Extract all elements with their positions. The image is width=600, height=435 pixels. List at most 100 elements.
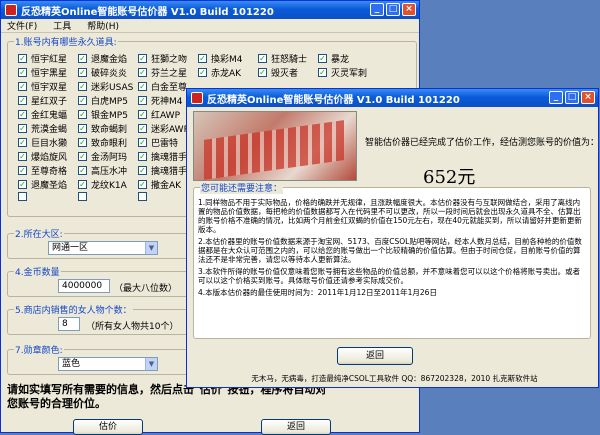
- money-image: [193, 111, 357, 181]
- checkbox-box[interactable]: ✓: [318, 68, 327, 77]
- checkbox-box[interactable]: ✓: [138, 110, 147, 119]
- menu-tools[interactable]: 工具: [53, 19, 71, 32]
- item-checkbox[interactable]: ✓ 银金MP5: [78, 108, 128, 121]
- checkbox-box[interactable]: ✓: [78, 96, 87, 105]
- checkbox-box[interactable]: ✓: [138, 124, 147, 133]
- checkbox-box[interactable]: ✓: [78, 180, 87, 189]
- item-checkbox[interactable]: ✓ 暴龙: [318, 52, 349, 65]
- checkbox-box[interactable]: ✓: [78, 152, 87, 161]
- checkbox-box[interactable]: ✓: [18, 68, 27, 77]
- checkbox-box[interactable]: ✓: [18, 54, 27, 63]
- chevron-down-icon[interactable]: ▼: [145, 358, 157, 370]
- medal-select[interactable]: 蓝色 ▼: [58, 357, 158, 371]
- close-icon[interactable]: ×: [581, 91, 595, 104]
- item-checkbox[interactable]: ✓ 迷彩USAS: [78, 80, 133, 93]
- item-checkbox[interactable]: ✓ 至尊奇格: [18, 164, 67, 177]
- checkbox-box[interactable]: ✓: [78, 82, 87, 91]
- item-checkbox[interactable]: ✓ 退魔圣焰: [18, 178, 67, 191]
- maximize-icon[interactable]: □: [386, 3, 400, 16]
- checkbox-box[interactable]: ✓: [258, 54, 267, 63]
- checkbox-box[interactable]: ✓: [78, 54, 87, 63]
- checkbox-box[interactable]: ✓: [138, 96, 147, 105]
- item-checkbox[interactable]: ✓ 退魔金焰: [78, 52, 127, 65]
- item-checkbox[interactable]: ✓ 红AWP: [138, 108, 180, 121]
- item-checkbox[interactable]: [18, 192, 31, 201]
- item-checkbox[interactable]: ✓ 致命眼利: [78, 136, 127, 149]
- checkbox-box[interactable]: ✓: [18, 124, 27, 133]
- checkbox-box[interactable]: ✓: [78, 68, 87, 77]
- item-checkbox[interactable]: ✓ 毁灭者: [258, 66, 298, 79]
- item-checkbox[interactable]: ✓ 恒宇黑星: [18, 66, 67, 79]
- item-checkbox[interactable]: ✓ 高压水冲: [78, 164, 127, 177]
- item-checkbox[interactable]: ✓ 狂怒騎士: [258, 52, 307, 65]
- item-checkbox[interactable]: ✓ 狂獅之吻: [138, 52, 187, 65]
- item-label: 狂怒騎士: [271, 55, 308, 65]
- minimize-icon[interactable]: _: [370, 3, 384, 16]
- dialog-footer: 无木马，无病毒，打造最纯净CSOL工具软件 QQ：867202328，2010 …: [251, 374, 538, 383]
- menu-help[interactable]: 帮助(H): [87, 19, 119, 32]
- checkbox-box[interactable]: ✓: [78, 138, 87, 147]
- gold-input[interactable]: 4000000: [58, 279, 110, 293]
- item-checkbox[interactable]: ✓ 巴雷特: [138, 136, 178, 149]
- checkbox-box[interactable]: [18, 192, 27, 201]
- minimize-icon[interactable]: _: [549, 91, 563, 104]
- item-checkbox[interactable]: ✓ 擒魂猎手: [138, 164, 187, 177]
- item-label: 星红双子: [31, 97, 68, 107]
- checkbox-box[interactable]: ✓: [18, 96, 27, 105]
- item-checkbox[interactable]: ✓ 撒金AK: [138, 178, 181, 191]
- checkbox-box[interactable]: ✓: [138, 166, 147, 175]
- checkbox-box[interactable]: ✓: [18, 180, 27, 189]
- menu-file[interactable]: 文件(F): [7, 19, 37, 32]
- checkbox-box[interactable]: [78, 192, 87, 201]
- item-checkbox[interactable]: ✓ 致命蝎刺: [78, 122, 127, 135]
- checkbox-box[interactable]: ✓: [138, 152, 147, 161]
- checkbox-box[interactable]: ✓: [138, 68, 147, 77]
- dialog-back-button[interactable]: 返回: [337, 347, 413, 365]
- checkbox-box[interactable]: ✓: [318, 54, 327, 63]
- checkbox-box[interactable]: ✓: [138, 138, 147, 147]
- item-checkbox[interactable]: ✓ 金汤阿玛: [78, 150, 127, 163]
- item-checkbox[interactable]: ✓ 恒宇紅星: [18, 52, 67, 65]
- female-count-input[interactable]: 8: [58, 317, 80, 331]
- close-icon[interactable]: ×: [402, 3, 416, 16]
- checkbox-box[interactable]: ✓: [78, 124, 87, 133]
- checkbox-box[interactable]: ✓: [138, 82, 147, 91]
- checkbox-box[interactable]: ✓: [78, 166, 87, 175]
- item-checkbox[interactable]: ✓ 星红双子: [18, 94, 67, 107]
- checkbox-box[interactable]: ✓: [138, 180, 147, 189]
- checkbox-box[interactable]: [138, 192, 147, 201]
- checkbox-box[interactable]: ✓: [18, 166, 27, 175]
- region-select[interactable]: 网通一区 ▼: [48, 241, 158, 255]
- item-checkbox[interactable]: ✓ 擒魂猎手: [138, 150, 187, 163]
- maximize-icon[interactable]: □: [565, 91, 579, 104]
- item-checkbox[interactable]: ✓ 白金至尊: [138, 80, 187, 93]
- item-checkbox[interactable]: ✓ 赤龙AK: [198, 66, 241, 79]
- item-checkbox[interactable]: ✓ 白虎MP5: [78, 94, 128, 107]
- item-checkbox[interactable]: ✓ 恒宇双星: [18, 80, 67, 93]
- checkbox-box[interactable]: ✓: [18, 82, 27, 91]
- checkbox-box[interactable]: ✓: [18, 138, 27, 147]
- item-checkbox[interactable]: ✓ 灭灵军刺: [318, 66, 367, 79]
- item-checkbox[interactable]: ✓ 巨目水獭: [18, 136, 67, 149]
- checkbox-box[interactable]: ✓: [18, 110, 27, 119]
- item-checkbox[interactable]: ✓ 死神M4: [138, 94, 183, 107]
- item-checkbox[interactable]: ✓ 芬兰之星: [138, 66, 187, 79]
- checkbox-box[interactable]: ✓: [78, 110, 87, 119]
- item-checkbox[interactable]: ✓ 換彩M4: [198, 52, 243, 65]
- item-checkbox[interactable]: ✓ 金红鬼蝠: [18, 108, 67, 121]
- item-checkbox[interactable]: [138, 192, 151, 201]
- item-checkbox[interactable]: ✓ 破碎炎炎: [78, 66, 127, 79]
- item-checkbox[interactable]: ✓ 荒漠金蝎: [18, 122, 67, 135]
- dialog-titlebar[interactable]: 反恐精英Online智能账号估价器 V1.0 Build 101220 _ □ …: [187, 89, 598, 107]
- chevron-down-icon[interactable]: ▼: [145, 242, 157, 254]
- item-checkbox[interactable]: ✓ 迷彩AWP: [138, 122, 189, 135]
- checkbox-box[interactable]: ✓: [138, 54, 147, 63]
- item-checkbox[interactable]: [78, 192, 91, 201]
- main-titlebar[interactable]: 反恐精英Online智能账号估价器 V1.0 Build 101220 _ □ …: [1, 1, 419, 19]
- item-checkbox[interactable]: ✓ 龙纹K1A: [78, 178, 127, 191]
- checkbox-box[interactable]: ✓: [198, 54, 207, 63]
- checkbox-box[interactable]: ✓: [198, 68, 207, 77]
- checkbox-box[interactable]: ✓: [258, 68, 267, 77]
- item-checkbox[interactable]: ✓ 爆焰旋风: [18, 150, 67, 163]
- checkbox-box[interactable]: ✓: [18, 152, 27, 161]
